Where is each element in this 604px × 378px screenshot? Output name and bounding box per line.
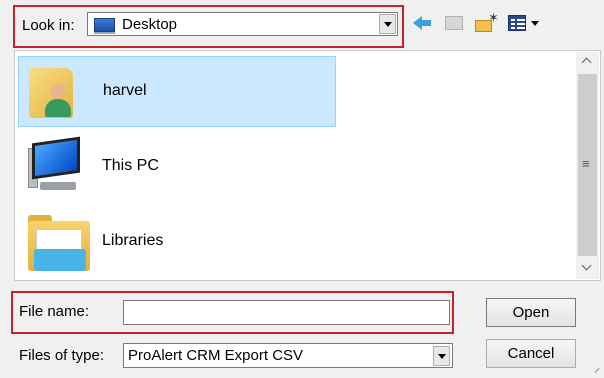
list-item-label: This PC bbox=[102, 157, 159, 174]
list-item-label: Libraries bbox=[102, 232, 164, 249]
up-folder-icon[interactable] bbox=[444, 12, 464, 34]
look-in-value: Desktop bbox=[122, 16, 178, 33]
libraries-icon bbox=[26, 213, 92, 275]
file-name-input[interactable] bbox=[123, 300, 450, 325]
cancel-button[interactable]: Cancel bbox=[486, 339, 576, 368]
desktop-icon bbox=[94, 18, 115, 34]
file-name-label: File name: bbox=[19, 303, 90, 320]
file-type-label: Files of type: bbox=[19, 347, 105, 364]
scroll-down-icon[interactable] bbox=[576, 259, 599, 279]
view-menu-icon[interactable] bbox=[508, 12, 546, 34]
list-item-harvel[interactable]: harvel bbox=[18, 56, 336, 127]
list-item-label: harvel bbox=[103, 82, 147, 99]
list-item-this-pc[interactable]: This PC bbox=[18, 132, 336, 203]
file-list[interactable]: harvel This PC Libraries bbox=[14, 50, 601, 281]
resize-grip-icon[interactable] bbox=[594, 370, 602, 376]
look-in-dropdown[interactable]: Desktop bbox=[87, 12, 398, 36]
file-type-dropdown-arrow[interactable] bbox=[433, 346, 450, 366]
open-button[interactable]: Open bbox=[486, 298, 576, 327]
file-type-value: ProAlert CRM Export CSV bbox=[128, 347, 304, 364]
list-item-libraries[interactable]: Libraries bbox=[18, 207, 336, 278]
new-folder-icon[interactable] bbox=[475, 10, 499, 34]
scroll-up-icon[interactable] bbox=[576, 52, 599, 72]
back-arrow-icon[interactable] bbox=[413, 12, 433, 34]
user-folder-icon bbox=[27, 62, 77, 120]
look-in-label: Look in: bbox=[22, 17, 75, 34]
file-list-scrollbar[interactable] bbox=[576, 52, 599, 279]
scroll-thumb[interactable] bbox=[578, 74, 597, 256]
look-in-dropdown-arrow[interactable] bbox=[379, 14, 396, 34]
file-type-dropdown[interactable]: ProAlert CRM Export CSV bbox=[123, 343, 453, 368]
computer-icon bbox=[26, 136, 86, 194]
